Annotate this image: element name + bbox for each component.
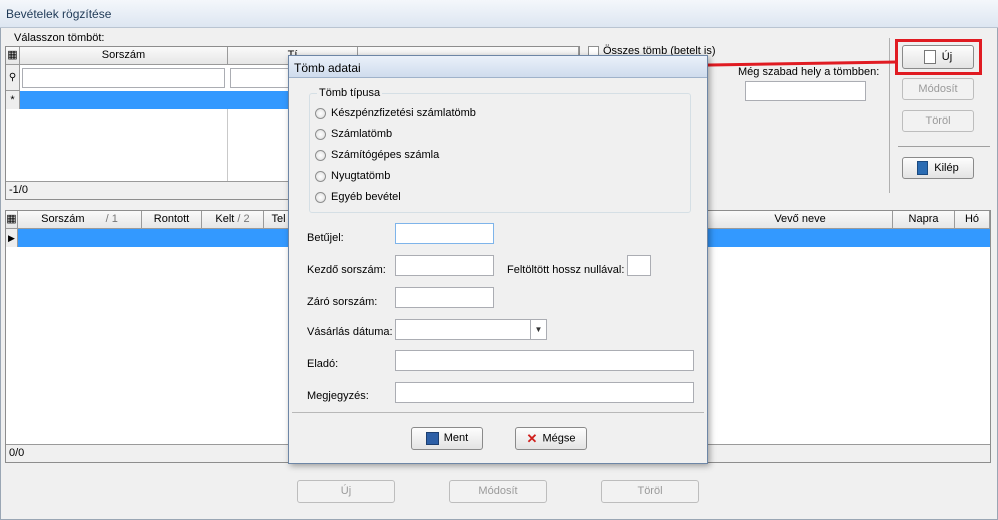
end-number-label: Záró sorszám: bbox=[307, 296, 378, 308]
type-label-invoice: Számlatömb bbox=[331, 128, 393, 140]
block-data-dialog: Tömb adatai Tömb típusa Készpénzfizetési… bbox=[288, 55, 708, 464]
exit-door-icon bbox=[917, 161, 929, 176]
new-row-marker: * bbox=[6, 91, 20, 109]
binoculars-icon: ⚲ bbox=[6, 65, 20, 91]
filter-sorszam-input[interactable] bbox=[22, 68, 225, 88]
purchase-date-label: Vásárlás dátuma: bbox=[307, 326, 393, 338]
col-header-kelt[interactable]: Kelt / 2 bbox=[202, 211, 264, 229]
note-label: Megjegyzés: bbox=[307, 390, 369, 402]
title-bar: Bevételek rögzítése bbox=[0, 0, 998, 28]
dialog-title: Tömb adatai bbox=[294, 61, 361, 75]
bottom-new-button[interactable]: Új bbox=[297, 480, 395, 503]
type-label-other: Egyéb bevétel bbox=[331, 191, 401, 203]
type-label-cash-invoice: Készpénzfizetési számlatömb bbox=[331, 107, 476, 119]
purchase-date-picker[interactable]: ▼ bbox=[395, 319, 547, 340]
dialog-title-bar: Tömb adatai bbox=[289, 56, 707, 78]
chevron-down-icon[interactable]: ▼ bbox=[530, 320, 546, 339]
floppy-icon bbox=[425, 431, 439, 445]
window-title: Bevételek rögzítése bbox=[6, 7, 112, 21]
save-button[interactable]: Ment bbox=[411, 427, 483, 450]
type-radio-invoice[interactable] bbox=[315, 129, 326, 140]
zero-pad-input[interactable] bbox=[627, 255, 651, 276]
side-delete-button[interactable]: Töröl bbox=[902, 110, 974, 132]
side-exit-label: Kilép bbox=[934, 162, 959, 174]
type-label-computer-invoice: Számítógépes számla bbox=[331, 149, 440, 161]
type-radio-other[interactable] bbox=[315, 192, 326, 203]
cancel-x-icon: ✕ bbox=[526, 431, 538, 446]
bottom-delete-button[interactable]: Töröl bbox=[601, 480, 699, 503]
free-space-field bbox=[745, 81, 866, 101]
block-type-group-title: Tömb típusa bbox=[317, 87, 383, 99]
dialog-divider bbox=[292, 412, 704, 413]
column-divider bbox=[20, 109, 228, 181]
col-header-napra[interactable]: Napra bbox=[893, 211, 955, 229]
col-header-ho[interactable]: Hó bbox=[955, 211, 990, 229]
seller-input[interactable] bbox=[395, 350, 694, 371]
start-number-label: Kezdő sorszám: bbox=[307, 264, 386, 276]
bottom-modify-button[interactable]: Módosít bbox=[449, 480, 547, 503]
cancel-label: Mégse bbox=[542, 432, 576, 445]
letter-input[interactable] bbox=[395, 223, 494, 244]
select-block-label: Válasszon tömböt: bbox=[14, 32, 105, 44]
seller-label: Eladó: bbox=[307, 358, 339, 370]
zero-pad-label: Feltöltött hossz nullával: bbox=[507, 264, 625, 276]
col-header-rontott[interactable]: Rontott bbox=[142, 211, 202, 229]
start-number-input[interactable] bbox=[395, 255, 494, 276]
side-divider bbox=[898, 146, 990, 147]
side-modify-button[interactable]: Módosít bbox=[902, 78, 974, 100]
entries-grid-settings-icon[interactable]: ▦ bbox=[6, 211, 18, 229]
note-input[interactable] bbox=[395, 382, 694, 403]
side-new-button[interactable]: Új bbox=[902, 45, 974, 69]
end-number-input[interactable] bbox=[395, 287, 494, 308]
entries-record-count: 0/0 bbox=[9, 447, 25, 459]
new-document-icon bbox=[923, 50, 936, 65]
row-pointer-icon: ▶ bbox=[6, 229, 18, 247]
type-radio-computer-invoice[interactable] bbox=[315, 150, 326, 161]
col-header-vevo-neve[interactable]: Vevő neve bbox=[708, 211, 893, 229]
col-header-sorszam[interactable]: Sorszám bbox=[20, 47, 228, 65]
type-label-receipt: Nyugtatömb bbox=[331, 170, 391, 182]
grid-settings-icon[interactable]: ▦ bbox=[6, 47, 20, 65]
top-record-count: -1/0 bbox=[9, 184, 28, 196]
cancel-button[interactable]: ✕ Mégse bbox=[515, 427, 587, 450]
type-radio-receipt[interactable] bbox=[315, 171, 326, 182]
letter-label: Betűjel: bbox=[307, 232, 344, 244]
type-radio-cash-invoice[interactable] bbox=[315, 108, 326, 119]
filter-tipus-input[interactable] bbox=[230, 68, 290, 88]
col-header-entries-sorszam[interactable]: Sorszám / 1 bbox=[18, 211, 142, 229]
save-label: Ment bbox=[443, 432, 469, 444]
side-exit-button[interactable]: Kilép bbox=[902, 157, 974, 179]
side-new-label: Új bbox=[941, 51, 953, 63]
